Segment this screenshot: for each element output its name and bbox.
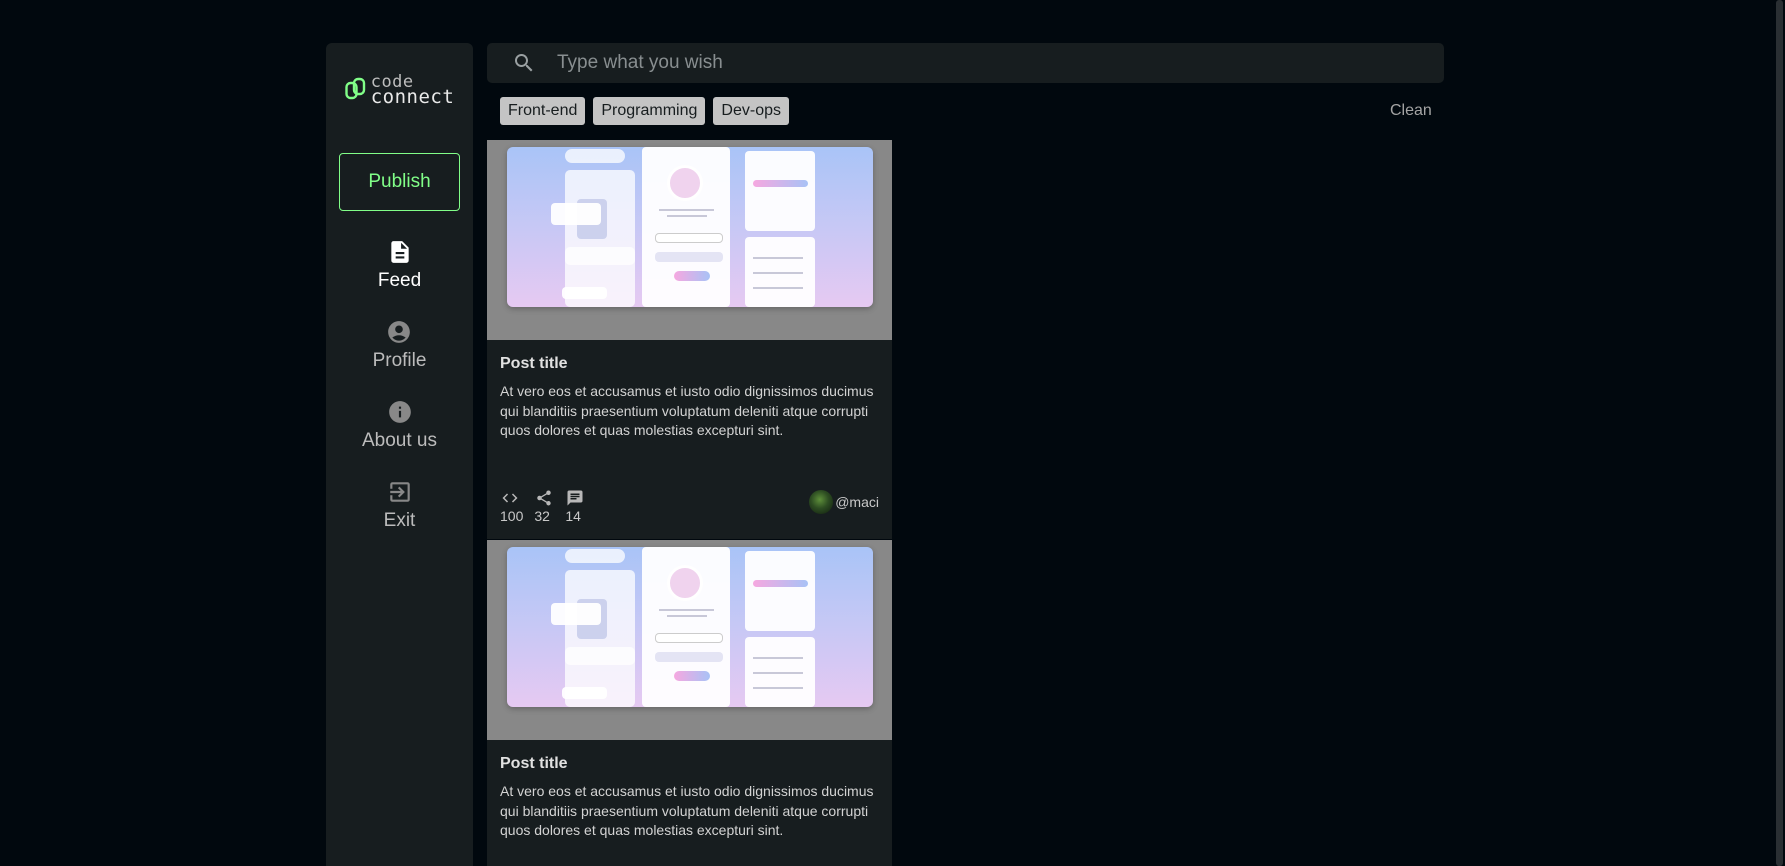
sidebar-item-profile[interactable]: Profile — [372, 319, 427, 372]
comment-stat[interactable]: 14 — [565, 489, 585, 524]
tag-programming[interactable]: Programming — [593, 97, 706, 125]
sidebar-item-about[interactable]: About us — [362, 399, 437, 452]
share-count: 32 — [534, 508, 550, 524]
user-circle-icon — [388, 321, 411, 343]
publish-button[interactable]: Publish — [339, 153, 460, 211]
comment-count: 14 — [565, 508, 581, 524]
brand-logo[interactable]: code connect — [345, 74, 455, 108]
share-icon — [537, 490, 552, 506]
sidebar-item-label: About us — [362, 430, 437, 451]
share-stat[interactable]: 32 — [534, 489, 554, 524]
sidebar-nav: Feed Profile About us Exit — [326, 239, 473, 532]
code-count: 100 — [500, 508, 524, 524]
avatar — [809, 490, 834, 514]
sidebar-item-label: Profile — [372, 350, 427, 371]
post-title[interactable]: Post title — [500, 755, 879, 773]
brand-line-2: connect — [370, 86, 455, 108]
post-excerpt: At vero eos et accusamus et iusto odio d… — [500, 783, 874, 838]
post-card[interactable]: Post title At vero eos et accusamus et i… — [487, 540, 892, 866]
post-thumbnail — [506, 147, 873, 307]
search-input[interactable] — [557, 52, 1357, 74]
tag-front-end[interactable]: Front-end — [500, 97, 586, 125]
post-image[interactable] — [487, 540, 892, 740]
sidebar-item-feed[interactable]: Feed — [378, 239, 421, 292]
code-icon — [502, 493, 518, 503]
sidebar: code connect Publish Feed Profile About … — [326, 43, 473, 866]
search-icon[interactable] — [512, 51, 536, 75]
clear-filters-link[interactable]: Clean — [1390, 102, 1432, 120]
comment-icon — [567, 490, 583, 506]
post-card[interactable]: Post title At vero eos et accusamus et i… — [487, 140, 892, 539]
author-handle: @maci — [835, 494, 879, 510]
code-stat[interactable]: 100 — [500, 489, 523, 524]
post-image[interactable] — [487, 140, 892, 340]
post-title[interactable]: Post title — [500, 355, 879, 373]
sidebar-item-label: Exit — [383, 510, 416, 531]
post-thumbnail — [506, 547, 873, 707]
page-scrollbar[interactable] — [1776, 0, 1783, 866]
info-icon — [388, 401, 411, 423]
tag-dev-ops[interactable]: Dev-ops — [713, 97, 789, 125]
sidebar-item-label: Feed — [377, 270, 422, 291]
logout-icon — [389, 482, 410, 502]
sidebar-item-exit[interactable]: Exit — [383, 479, 416, 532]
logo-icon — [345, 77, 365, 100]
post-excerpt: At vero eos et accusamus et iusto odio d… — [500, 383, 874, 438]
post-footer: 100 32 14 @maci — [500, 489, 879, 524]
document-icon — [390, 241, 409, 263]
post-author[interactable]: @maci — [809, 489, 879, 515]
search-bar — [487, 43, 1444, 83]
filter-tags: Front-end Programming Dev-ops — [500, 97, 789, 125]
